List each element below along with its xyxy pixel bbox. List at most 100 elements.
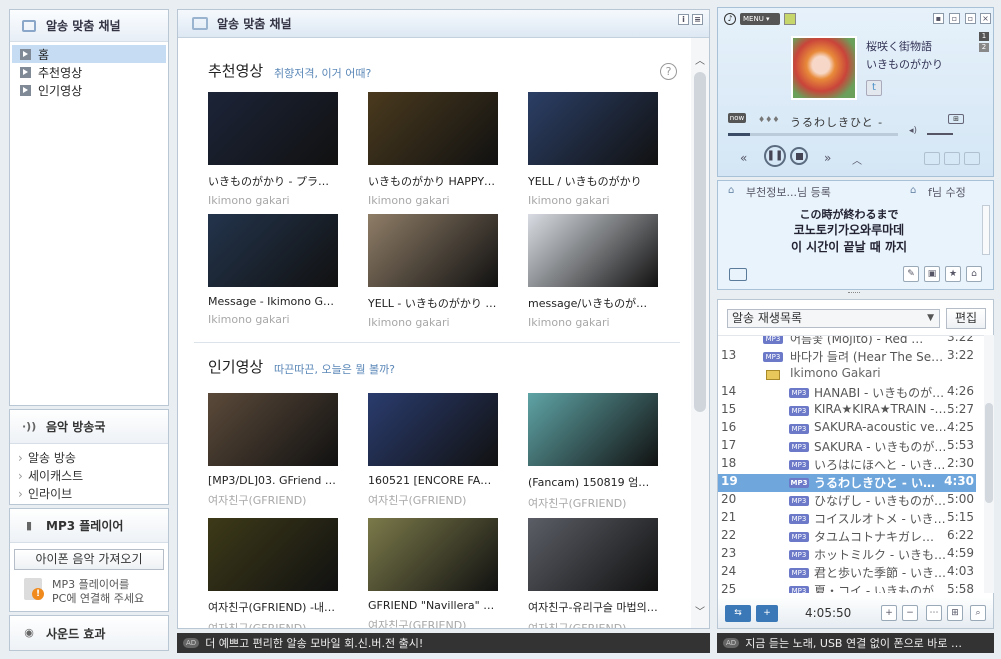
lyrics-star-icon[interactable]: ★ <box>945 266 961 282</box>
center-ad-bar[interactable]: AD 더 예쁘고 편리한 알송 모바일 회.신.버.전 출시! <box>177 633 710 653</box>
sound-effect-header[interactable]: ◉ 사운드 효과 <box>10 616 168 650</box>
playlist-row[interactable]: 20 MP3 ひなげし - いきものが… 5:00 <box>718 492 976 510</box>
lyric-toggle-icon[interactable]: ⊞ <box>948 114 964 124</box>
video-title[interactable]: 여자친구-유리구슬 마법의… <box>528 599 658 615</box>
volume-slider[interactable] <box>927 133 953 135</box>
video-thumbnail[interactable] <box>208 214 338 287</box>
video-title[interactable]: message/いきものがかり <box>528 295 658 311</box>
video-card[interactable]: YELL / いきものがかり Ikimono gakari <box>528 92 658 207</box>
minimize-icon[interactable]: ▪ <box>933 13 944 24</box>
twitter-icon[interactable]: t <box>866 80 882 96</box>
add-folder-icon[interactable]: + <box>756 605 778 622</box>
playlist-row[interactable]: 14 MP3 HANABI - いきものが… 4:26 <box>718 384 976 402</box>
video-card[interactable]: 여자친구-유리구슬 마법의… 여자친구(GFRIEND) <box>528 518 658 628</box>
remove-icon[interactable]: − <box>902 605 918 621</box>
video-card[interactable]: message/いきものがかり Ikimono gakari <box>528 214 658 329</box>
lyrics-scrollbar[interactable] <box>982 205 990 255</box>
scroll-up-icon[interactable]: ︿ <box>695 52 705 67</box>
playlist-row[interactable]: 22 MP3 タユムコトナキガレ… 6:22 <box>718 528 976 546</box>
playlist-edit-button[interactable]: 편집 <box>946 308 986 329</box>
video-thumbnail[interactable] <box>528 518 658 591</box>
video-card[interactable]: 여자친구(GFRIEND) -내… 여자친구(GFRIEND) <box>208 518 338 628</box>
expand-icon[interactable]: ︿ <box>852 152 862 167</box>
playlist-row[interactable]: 25 MP3 夏・コイ - いきものが… 5:58 <box>718 582 976 593</box>
video-card[interactable]: GFRIEND "Navillera" Mir… 여자친구(GFRIEND) <box>368 518 498 628</box>
info-icon[interactable]: i <box>678 14 689 25</box>
video-thumbnail[interactable] <box>208 518 338 591</box>
video-title[interactable]: (Fancam) 150819 엄지… <box>528 474 658 490</box>
player-opt2-icon[interactable] <box>944 152 960 165</box>
player-opt1-icon[interactable] <box>924 152 940 165</box>
playlist-row[interactable]: 24 MP3 君と歩いた季節 - いき… 4:03 <box>718 564 976 582</box>
track-1-badge[interactable]: 1 <box>979 32 989 41</box>
playlist-row[interactable]: 18 MP3 いろはにほへと - いき… 2:30 <box>718 456 976 474</box>
video-card[interactable]: 160521 [ENCORE FANC… 여자친구(GFRIEND) <box>368 393 498 508</box>
scroll-thumb[interactable] <box>985 403 993 503</box>
panel-resize-grip[interactable] <box>848 292 860 295</box>
playlist-folder[interactable]: Ikimono Gakari <box>718 366 976 384</box>
video-card[interactable]: Message - Ikimono Gak… Ikimono gakari <box>208 214 338 326</box>
video-title[interactable]: YELL / いきものがかり <box>528 173 658 189</box>
video-list-scrollbar[interactable]: ︿ ﹀ <box>691 38 709 628</box>
pause-button[interactable]: ❚❚ <box>764 145 786 167</box>
video-thumbnail[interactable] <box>368 393 498 466</box>
lyrics-window-icon[interactable] <box>729 268 747 281</box>
video-card[interactable]: [MP3/DL]03. GFriend (… 여자친구(GFRIEND) <box>208 393 338 508</box>
video-thumbnail[interactable] <box>368 518 498 591</box>
lyrics-save-icon[interactable]: ▣ <box>924 266 940 282</box>
playlist-row[interactable]: 17 MP3 SAKURA - いきものが… 5:53 <box>718 438 976 456</box>
broadcast-header[interactable]: ·)) 음악 방송국 <box>10 410 168 444</box>
next-button[interactable]: » <box>824 151 831 165</box>
video-title[interactable]: いきものがかり - プラネタ… <box>208 173 338 189</box>
nav-item-popular[interactable]: 인기영상 <box>12 81 166 99</box>
playlist-row[interactable]: 19 MP3 うるわしきひと - い… 4:30 <box>718 474 976 492</box>
playlist-row[interactable]: MP3 어름꽃 (Mojito) - Red Velv… 3:22 <box>718 336 976 348</box>
iphone-import-button[interactable]: 아이폰 음악 가져오기 <box>14 549 164 570</box>
video-title[interactable]: 160521 [ENCORE FANC… <box>368 474 498 487</box>
mode-icon[interactable]: ▫ <box>949 13 960 24</box>
video-thumbnail[interactable] <box>528 214 658 287</box>
prev-button[interactable]: « <box>740 151 747 165</box>
skin-icon[interactable] <box>784 13 796 25</box>
close-icon[interactable]: × <box>980 13 991 24</box>
playlist-row[interactable]: 16 MP3 SAKURA-acoustic ver… 4:25 <box>718 420 976 438</box>
video-card[interactable]: いきものがかり HAPPY S… Ikimono gakari <box>368 92 498 207</box>
player-opt3-icon[interactable] <box>964 152 980 165</box>
playlist-select[interactable]: 알송 재생목록 ▼ <box>727 309 940 328</box>
video-thumbnail[interactable] <box>208 393 338 466</box>
video-title[interactable]: [MP3/DL]03. GFriend (… <box>208 474 338 487</box>
lyrics-edit-icon[interactable]: ✎ <box>903 266 919 282</box>
nav-item-home[interactable]: 홈 <box>12 45 166 63</box>
video-thumbnail[interactable] <box>368 214 498 287</box>
progress-bar[interactable] <box>728 133 898 136</box>
video-card[interactable]: いきものがかり - プラネタ… Ikimono gakari <box>208 92 338 207</box>
video-thumbnail[interactable] <box>528 92 658 165</box>
broadcast-item[interactable]: 알송 방송 <box>10 449 168 467</box>
volume-icon[interactable]: ◂) <box>909 126 917 136</box>
playlist-row[interactable]: 23 MP3 ホットミルク - いきも… 4:59 <box>718 546 976 564</box>
tree-icon[interactable]: ⊞ <box>947 605 963 621</box>
video-title[interactable]: いきものがかり HAPPY S… <box>368 173 498 189</box>
broadcast-item[interactable]: 세이캐스트 <box>10 467 168 485</box>
stop-button[interactable] <box>790 147 808 165</box>
scroll-down-icon[interactable]: ﹀ <box>695 603 705 618</box>
video-title[interactable]: 여자친구(GFRIEND) -내… <box>208 599 338 615</box>
settings-icon[interactable]: ≡ <box>692 14 703 25</box>
lyrics-lock-icon[interactable]: ⌂ <box>966 266 982 282</box>
playlist-scrollbar[interactable] <box>984 335 994 593</box>
playlist-row[interactable]: 15 MP3 KIRA★KIRA★TRAIN -… 5:27 <box>718 402 976 420</box>
add-icon[interactable]: + <box>881 605 897 621</box>
video-card[interactable]: (Fancam) 150819 엄지… 여자친구(GFRIEND) <box>528 393 658 511</box>
video-thumbnail[interactable] <box>368 92 498 165</box>
player-ad-bar[interactable]: AD 지금 듣는 노래, USB 연결 없이 폰으로 바로 … <box>717 633 994 653</box>
search-icon[interactable]: ⌕ <box>970 605 986 621</box>
video-card[interactable]: YELL - いきものがかり (… Ikimono gakari <box>368 214 498 329</box>
menu-button[interactable]: MENU ▾ <box>740 13 780 25</box>
help-icon[interactable]: ? <box>660 63 677 80</box>
nav-item-recommended[interactable]: 추천영상 <box>12 63 166 81</box>
video-title[interactable]: YELL - いきものがかり (… <box>368 295 498 311</box>
mp3-header[interactable]: ▮ MP3 플레이어 <box>10 509 168 543</box>
max-icon[interactable]: ▫ <box>965 13 976 24</box>
device-sync-icon[interactable]: ⇆ <box>725 605 751 622</box>
video-title[interactable]: GFRIEND "Navillera" Mir… <box>368 599 498 612</box>
